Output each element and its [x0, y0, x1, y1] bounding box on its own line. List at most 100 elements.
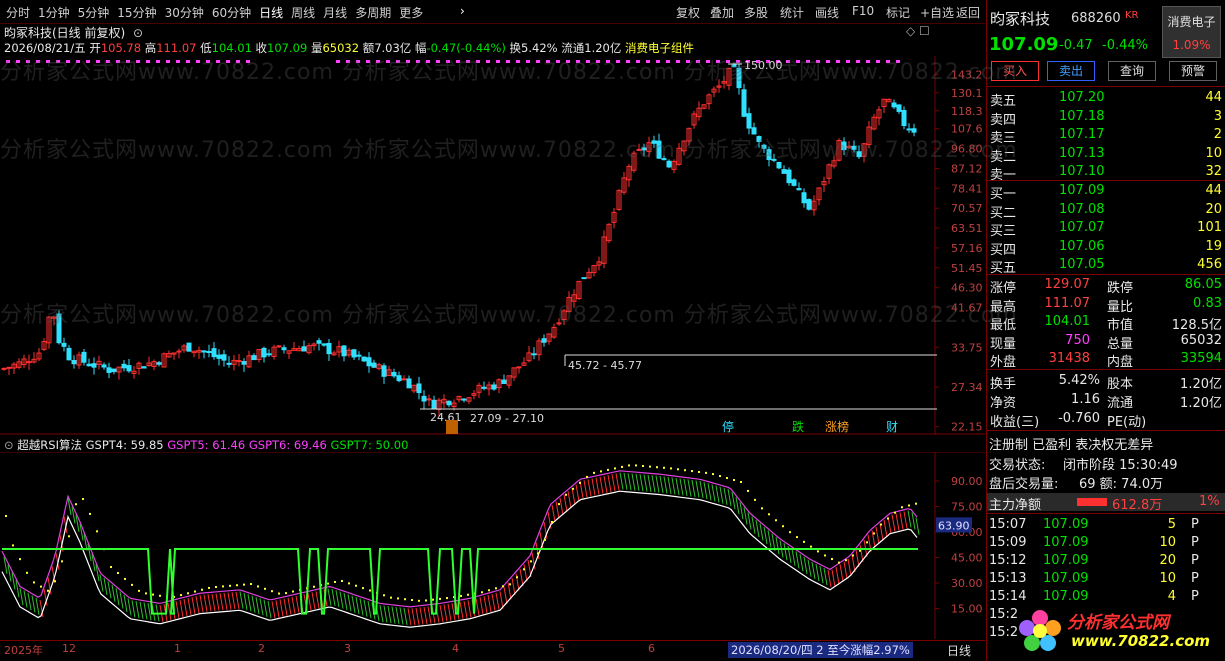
sell-row-1[interactable]: 卖四 107.18 3 — [987, 108, 1225, 128]
current-price: 107.09 — [989, 34, 1059, 55]
tick-vol: 20 — [1159, 553, 1176, 568]
vol-value: 65032 — [322, 41, 360, 55]
event-marker-2[interactable]: 涨榜 — [825, 419, 849, 434]
tab-10[interactable]: 更多 — [399, 6, 423, 20]
event-marker-3[interactable]: 财 — [886, 420, 898, 434]
stat-row-1: 最高 111.07 量比 0.83 — [987, 295, 1225, 315]
query-button[interactable]: 查询 — [1108, 61, 1156, 81]
stat-value: 86.05 — [1184, 277, 1222, 292]
tick-price: 107.09 — [1043, 571, 1089, 586]
tab-9[interactable]: 多周期 — [355, 6, 391, 20]
indicator-chart[interactable]: 90.0075.0060.0045.0030.0015.0063.90 — [0, 452, 985, 639]
candle-body — [366, 357, 372, 367]
time-label-4: 3 — [344, 642, 351, 655]
sell-row-4[interactable]: 卖一 107.10 32 — [987, 163, 1225, 183]
candle-body — [636, 148, 642, 151]
tab-8[interactable]: 月线 — [323, 6, 347, 20]
sell-row-0[interactable]: 卖五 107.20 44 — [987, 89, 1225, 109]
candle-body — [841, 141, 847, 151]
tab-7[interactable]: 周线 — [291, 6, 315, 20]
chart-title-row: 昀冢科技(日线 前复权) ⊙ — [4, 24, 143, 41]
watermark-logo: 分析家公式网 www.70822.com — [1013, 604, 1225, 658]
candle-body — [666, 160, 672, 168]
candle-body — [661, 158, 667, 161]
indicator-tick: 30.00 — [951, 577, 983, 590]
candle-body — [216, 354, 222, 359]
candle-body — [776, 161, 782, 169]
time-status: 2026/08/20/四 2 至今涨幅2.97% — [728, 642, 913, 658]
candle-body — [461, 398, 467, 401]
turn-label: 换 — [509, 41, 522, 55]
candle-body — [531, 353, 537, 356]
toolbar-button-8[interactable]: 返回 — [956, 4, 980, 21]
buy-row-4[interactable]: 买五 107.05 456 — [987, 256, 1225, 276]
candle-body — [911, 128, 917, 133]
buy-row-2[interactable]: 买三 107.07 101 — [987, 219, 1225, 239]
buy-row-3[interactable]: 买四 107.06 19 — [987, 238, 1225, 258]
close-value: 107.09 — [267, 41, 308, 55]
more-chevron-icon[interactable]: › — [460, 4, 465, 18]
sell-button[interactable]: 卖出 — [1047, 61, 1095, 81]
tab-3[interactable]: 15分钟 — [117, 6, 156, 20]
alert-button[interactable]: 预警 — [1169, 61, 1217, 81]
event-box[interactable] — [446, 420, 458, 434]
candle-body — [56, 313, 62, 344]
ohlc-info: 2026/08/21/五 开105.78 高111.07 低104.01 收10… — [4, 40, 694, 56]
time-label-5: 4 — [452, 642, 459, 655]
stat-label: 现量 — [990, 336, 1017, 352]
indicator-header: ⊙ 超越RSI算法 GSPT4: 59.85 GSPT5: 61.46 GSPT… — [4, 437, 408, 453]
tab-5[interactable]: 60分钟 — [212, 6, 251, 20]
toolbar-button-0[interactable]: 复权 — [676, 4, 700, 21]
tab-6[interactable]: 日线 — [259, 6, 283, 20]
toolbar-button-3[interactable]: 统计 — [780, 4, 804, 21]
candle-body — [356, 354, 362, 357]
chart-menu-icon[interactable]: ⊙ — [133, 26, 143, 40]
sector-box[interactable]: 消费电子 1.09% — [1162, 6, 1221, 58]
tab-2[interactable]: 5分钟 — [78, 6, 110, 20]
candle-body — [6, 366, 12, 369]
main-flow[interactable]: 主力净额 612.8万 1% — [987, 493, 1225, 513]
candle-body — [801, 192, 807, 204]
stat-row-3: 现量 750 总量 65032 — [987, 332, 1225, 352]
book-label: 买四 — [990, 242, 1017, 258]
tick-side: P — [1191, 535, 1199, 550]
toolbar-button-7[interactable]: +自选 — [920, 4, 954, 21]
toolbar-button-1[interactable]: 叠加 — [710, 4, 734, 21]
buy-button[interactable]: 买入 — [991, 61, 1039, 81]
toolbar-button-5[interactable]: F10 — [852, 4, 874, 18]
candlestick-chart[interactable]: 143.2 130.1 118.3 107.6 96.80 87.12 78.41 70.57… — [0, 56, 985, 435]
chart-tools-icon[interactable]: ◇ ☐ — [906, 24, 930, 38]
book-price: 107.05 — [1059, 257, 1105, 272]
sell-row-2[interactable]: 卖三 107.17 2 — [987, 126, 1225, 146]
candle-body — [221, 354, 227, 361]
price-tick: 118.3 — [951, 105, 983, 118]
tab-1[interactable]: 1分钟 — [38, 6, 70, 20]
candle-body — [806, 199, 812, 210]
open-value: 105.78 — [100, 41, 142, 55]
candle-body — [851, 145, 857, 150]
candle-body — [891, 102, 897, 108]
toolbar-button-6[interactable]: 标记 — [886, 4, 910, 21]
book-vol: 44 — [1205, 183, 1222, 198]
buy-row-0[interactable]: 买一 107.09 44 — [987, 182, 1225, 202]
candle-body — [656, 140, 662, 159]
event-marker-1[interactable]: 跌 — [792, 419, 804, 434]
tab-0[interactable]: 分时 — [6, 6, 30, 20]
toolbar-button-4[interactable]: 画线 — [815, 4, 839, 21]
time-label-7: 6 — [648, 642, 655, 655]
stat-value: 750 — [1065, 332, 1090, 348]
quote-panel: 昀冢科技 688260 KR 107.09 -0.47 -0.44% 消费电子 … — [986, 0, 1225, 661]
candle-body — [26, 361, 32, 364]
tab-4[interactable]: 30分钟 — [165, 6, 204, 20]
buy-row-1[interactable]: 买二 107.08 20 — [987, 201, 1225, 221]
event-marker-0[interactable]: 停 — [722, 419, 734, 434]
stat-label: PE(动) — [1107, 415, 1147, 430]
indicator-menu-icon[interactable]: ⊙ — [4, 438, 14, 452]
candle-body — [381, 365, 387, 377]
candle-body — [746, 113, 752, 129]
toolbar-button-2[interactable]: 多股 — [744, 4, 768, 21]
sell-row-3[interactable]: 卖二 107.13 10 — [987, 145, 1225, 165]
candle-body — [641, 147, 647, 151]
candle-body — [301, 346, 307, 352]
high-value: 111.07 — [156, 41, 197, 55]
